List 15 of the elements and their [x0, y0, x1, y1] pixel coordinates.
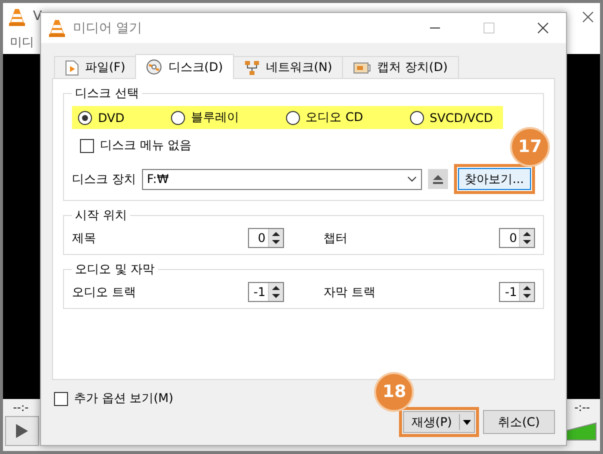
field-label: 디스크 장치 — [72, 170, 136, 188]
step-number-badge: 18 — [374, 372, 414, 412]
field-label: 자막 트랙 — [324, 284, 376, 300]
checkbox-label: 추가 옵션 보기(M) — [74, 390, 174, 407]
field-label: 제목 — [72, 230, 96, 246]
group-title: 오디오 및 자막 — [72, 261, 158, 278]
group-title: 시작 위치 — [72, 207, 130, 224]
dialog-title: 미디어 열기 — [73, 20, 144, 37]
checkbox-label: 디스크 메뉴 없음 — [100, 137, 192, 154]
field-label: 오디오 트랙 — [72, 284, 136, 300]
step-number-badge: 17 — [510, 127, 550, 167]
field-label: 챕터 — [324, 230, 348, 246]
group-title: 디스크 선택 — [72, 85, 142, 102]
total-time: -:-- — [574, 401, 590, 414]
elapsed-time: --:- — [13, 401, 29, 414]
